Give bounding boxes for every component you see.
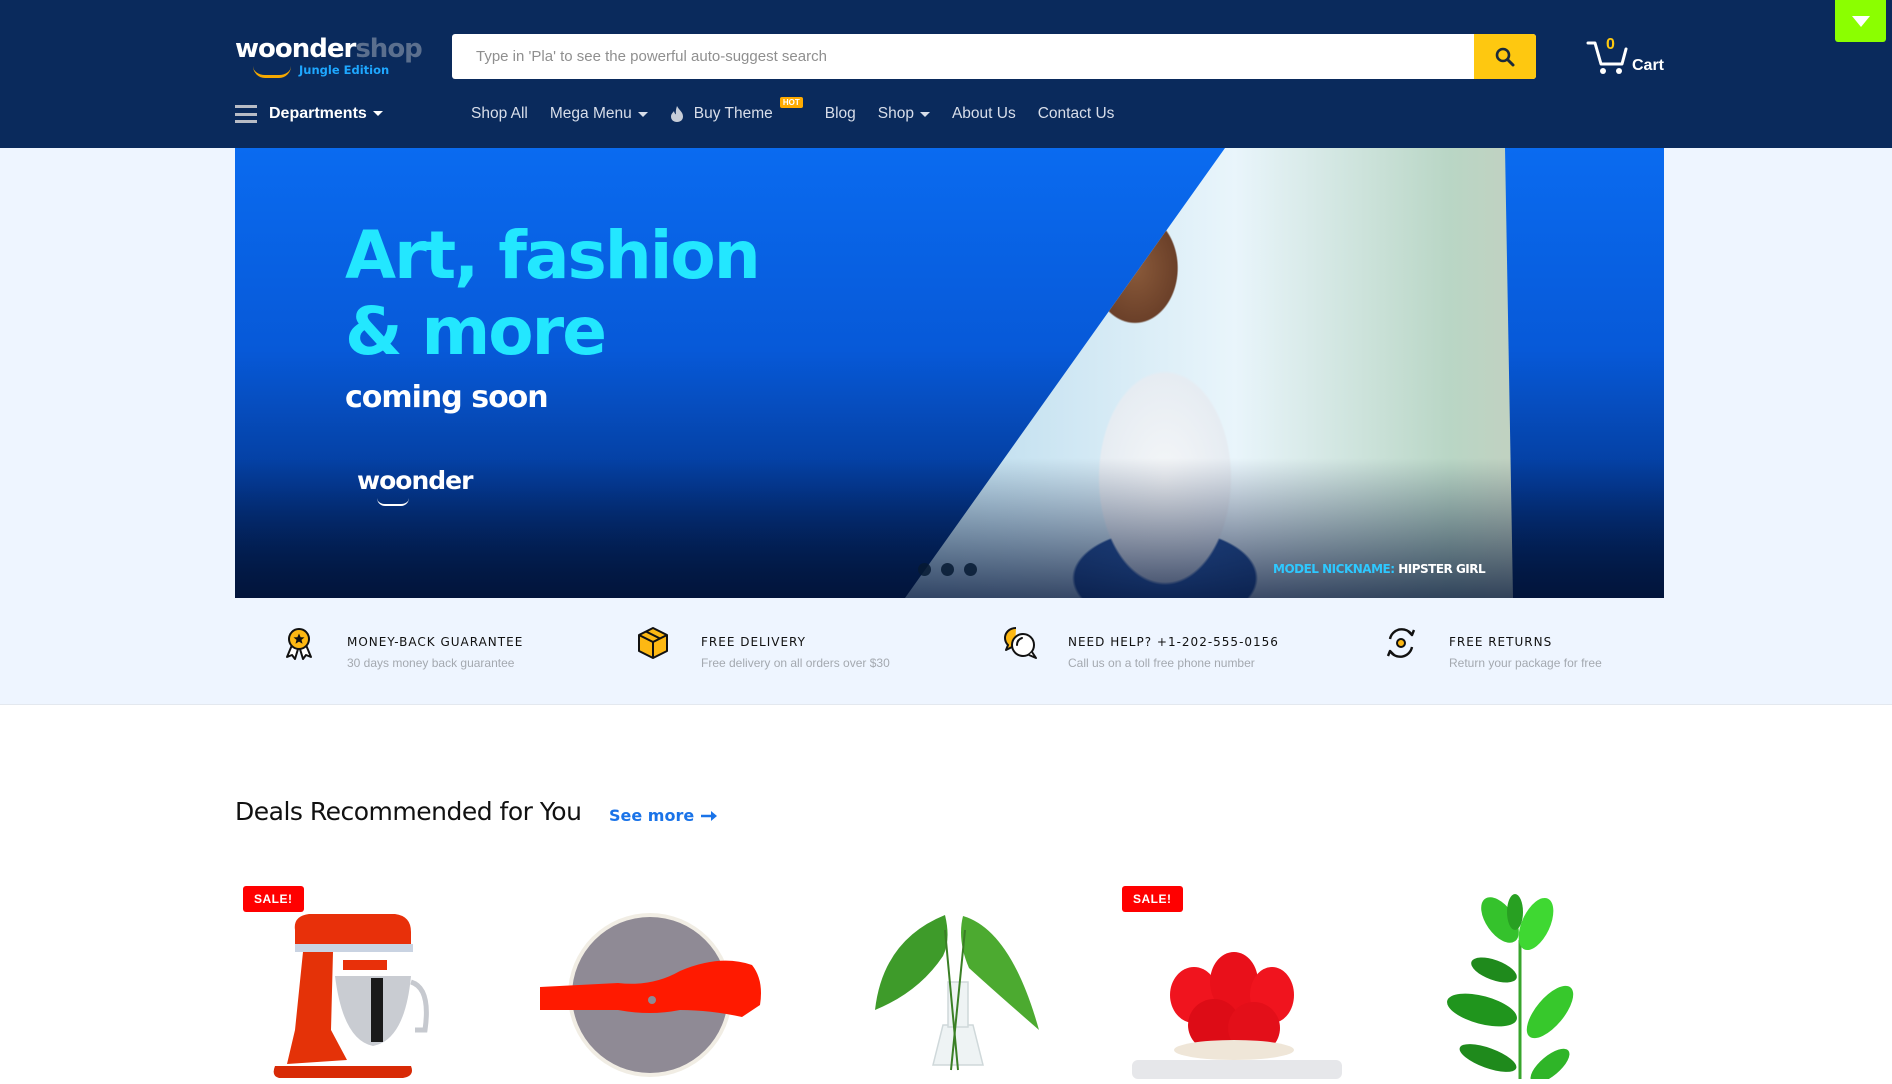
sale-badge: SALE! <box>243 886 304 912</box>
feature-subtitle: 30 days money back guarantee <box>347 656 515 670</box>
product-card[interactable]: SALE! <box>1114 870 1374 1079</box>
search-input[interactable] <box>452 34 1474 79</box>
site-header: woondershop Jungle Edition 0 Cart Depart… <box>0 0 1892 148</box>
cart-label: Cart <box>1632 57 1665 74</box>
feature-title: FREE RETURNS <box>1449 635 1553 649</box>
product-image-pizza-cutter <box>540 913 761 1077</box>
nav-item-blog[interactable]: Blog <box>825 105 856 123</box>
hamburger-icon <box>235 105 257 123</box>
package-box-icon <box>638 627 668 659</box>
chevron-down-icon <box>919 111 930 117</box>
feature-title: FREE DELIVERY <box>701 635 806 649</box>
product-card[interactable] <box>823 870 1083 1079</box>
feature-subtitle: Return your package for free <box>1449 656 1602 670</box>
product-carousel: SALE! SALE! <box>235 870 1664 1084</box>
banner-headline-line1: Art, fashion <box>345 217 761 294</box>
feature-title: MONEY-BACK GUARANTEE <box>347 635 524 649</box>
logo-main: woonder <box>235 34 356 64</box>
feature-text: FREE RETURNS Return your package for fre… <box>1449 625 1602 670</box>
feature-text: FREE DELIVERY Free delivery on all order… <box>701 625 890 670</box>
nav-label: About Us <box>951 105 1016 122</box>
logo-accent: shop <box>355 34 422 64</box>
departments-label: Departments <box>269 105 383 123</box>
search-icon <box>1495 47 1515 66</box>
sale-badge: SALE! <box>1122 886 1183 912</box>
hero-banner[interactable]: Art, fashion & more coming soon woonder … <box>235 148 1664 598</box>
see-more-link[interactable]: See more <box>609 806 718 825</box>
features-strip: MONEY-BACK GUARANTEE 30 days money back … <box>235 625 1664 685</box>
banner-brand-logo: woonder <box>357 466 473 495</box>
feature-subtitle: Call us on a toll free phone number <box>1068 656 1255 670</box>
feature-free-delivery: FREE DELIVERY Free delivery on all order… <box>635 625 890 670</box>
banner-smile-icon <box>377 498 409 506</box>
feature-title: NEED HELP? +1-202-555-0156 <box>1068 635 1279 649</box>
search-bar <box>452 34 1536 79</box>
feature-need-help: NEED HELP? +1-202-555-0156 Call us on a … <box>1002 625 1279 670</box>
main-nav: Departments Shop All Mega Menu Buy Theme… <box>0 97 1892 132</box>
site-logo[interactable]: woondershop Jungle Edition <box>235 34 423 80</box>
nav-item-contact-us[interactable]: Contact Us <box>1038 105 1115 123</box>
caret-down-icon <box>1851 15 1870 27</box>
feature-text: NEED HELP? +1-202-555-0156 Call us on a … <box>1068 625 1279 670</box>
banner-headline-line2: & more <box>345 293 607 370</box>
award-ribbon-icon <box>286 628 312 660</box>
logo-edition: Jungle Edition <box>299 63 390 77</box>
feature-subtitle: Free delivery on all orders over $30 <box>701 656 890 670</box>
slider-dot[interactable] <box>964 563 977 576</box>
see-more-label: See more <box>609 806 695 825</box>
banner-headline: Art, fashion & more <box>345 217 761 370</box>
feature-text: MONEY-BACK GUARANTEE 30 days money back … <box>347 625 523 670</box>
logo-text: woondershop <box>235 34 423 64</box>
chat-bubbles-icon <box>1004 627 1037 659</box>
nav-item-about-us[interactable]: About Us <box>952 105 1016 123</box>
caption-value: HIPSTER GIRL <box>1398 562 1486 576</box>
flame-icon <box>670 106 683 122</box>
banner-subheadline: coming soon <box>345 380 549 415</box>
nav-menu: Shop All Mega Menu Buy Theme HOT Blog Sh… <box>471 97 1136 123</box>
feature-free-returns: FREE RETURNS Return your package for fre… <box>1383 625 1602 670</box>
nav-label: Shop All <box>471 105 528 122</box>
hot-badge: HOT <box>779 97 803 108</box>
product-image-vase-plant <box>875 915 1039 1071</box>
chevron-down-icon <box>637 111 648 117</box>
nav-item-mega-menu[interactable]: Mega Menu <box>550 105 648 123</box>
cart-count-badge: 0 <box>1606 36 1615 53</box>
logo-smile-icon <box>253 66 291 78</box>
corner-toggle-button[interactable] <box>1835 0 1886 42</box>
caption-key: MODEL NICKNAME: <box>1273 562 1395 576</box>
nav-label: Blog <box>824 105 856 122</box>
slider-dot[interactable] <box>941 563 954 576</box>
slider-dot[interactable] <box>918 563 931 576</box>
banner-caption: MODEL NICKNAME: HIPSTER GIRL <box>1273 562 1486 576</box>
slider-dots <box>918 563 977 576</box>
product-card[interactable] <box>530 870 790 1079</box>
departments-menu[interactable]: Departments <box>235 105 383 123</box>
nav-item-shop[interactable]: Shop <box>878 105 930 123</box>
nav-item-buy-theme[interactable]: Buy Theme HOT <box>670 97 803 123</box>
nav-label: Contact Us <box>1037 105 1115 122</box>
product-card[interactable] <box>1400 870 1660 1084</box>
search-button[interactable] <box>1474 34 1536 79</box>
nav-label: Buy Theme <box>693 105 773 122</box>
nav-label: Mega Menu <box>549 105 632 122</box>
nav-item-shop-all[interactable]: Shop All <box>471 105 528 123</box>
cart-button[interactable]: 0 Cart <box>1586 36 1666 78</box>
nav-label: Shop <box>877 105 914 122</box>
chevron-down-icon <box>372 111 383 117</box>
arrow-right-icon <box>701 810 718 821</box>
product-card[interactable]: SALE! <box>235 870 495 1079</box>
product-image-rubber-plant <box>1447 894 1574 1084</box>
feature-money-back: MONEY-BACK GUARANTEE 30 days money back … <box>281 625 523 670</box>
returns-cycle-icon <box>1386 628 1416 658</box>
section-title-deals: Deals Recommended for You <box>235 797 582 826</box>
